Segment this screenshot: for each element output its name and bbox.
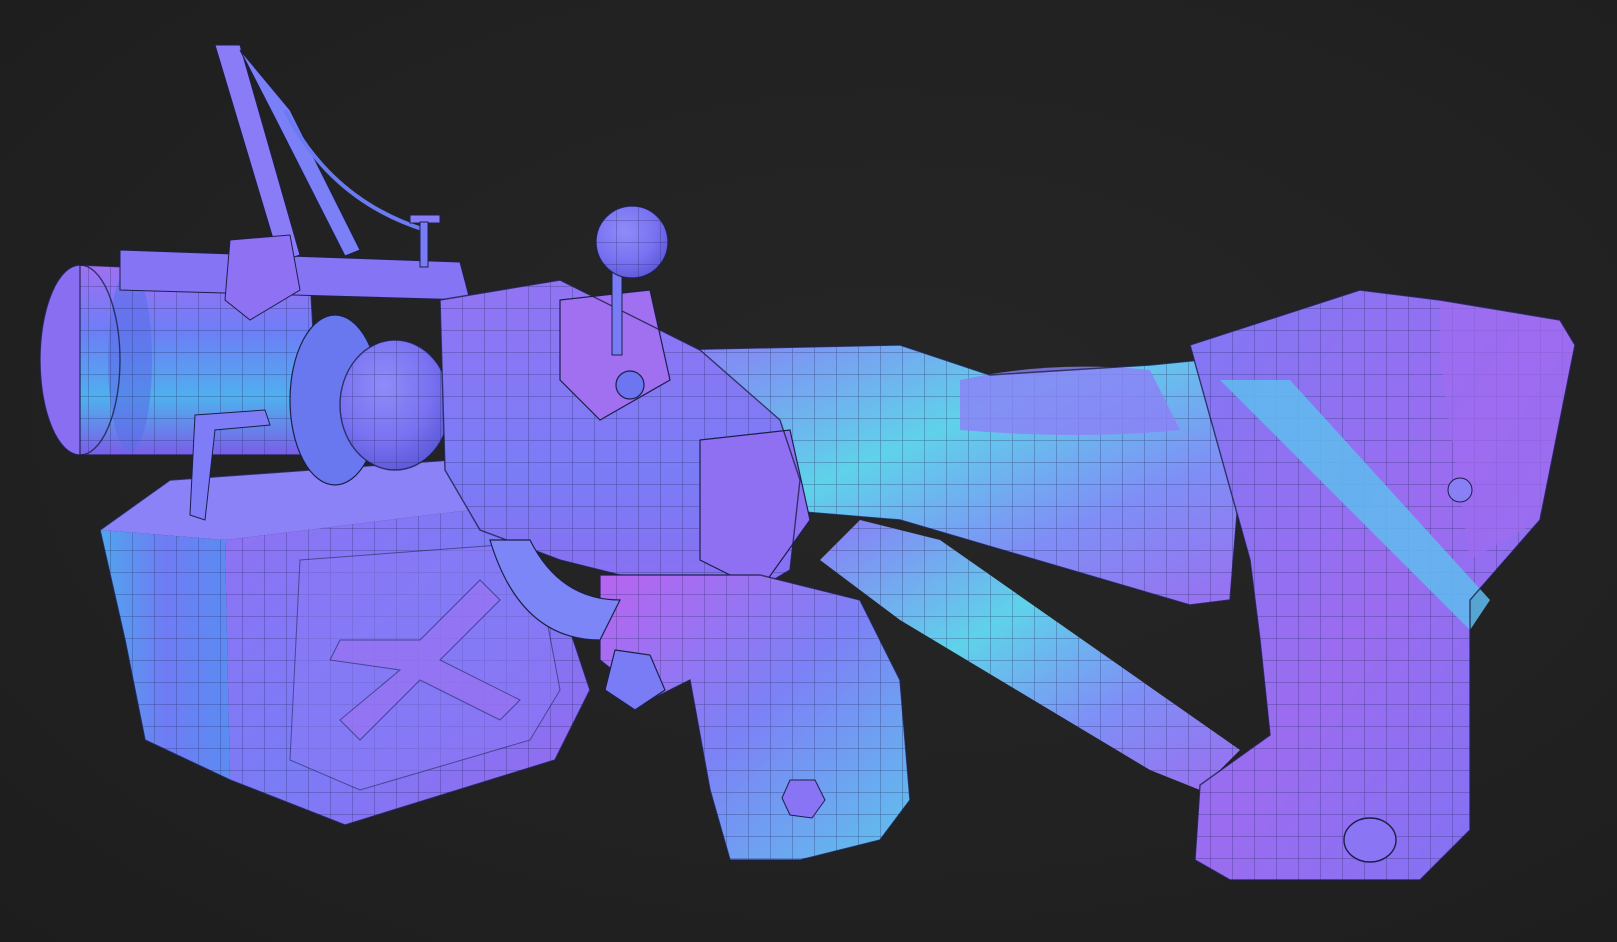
coil-sphere [289, 314, 451, 486]
3d-viewport[interactable] [0, 0, 1617, 942]
blaster-model-render [39, 44, 1576, 881]
butt-plate [1189, 289, 1576, 881]
pistol-grip [599, 574, 911, 861]
